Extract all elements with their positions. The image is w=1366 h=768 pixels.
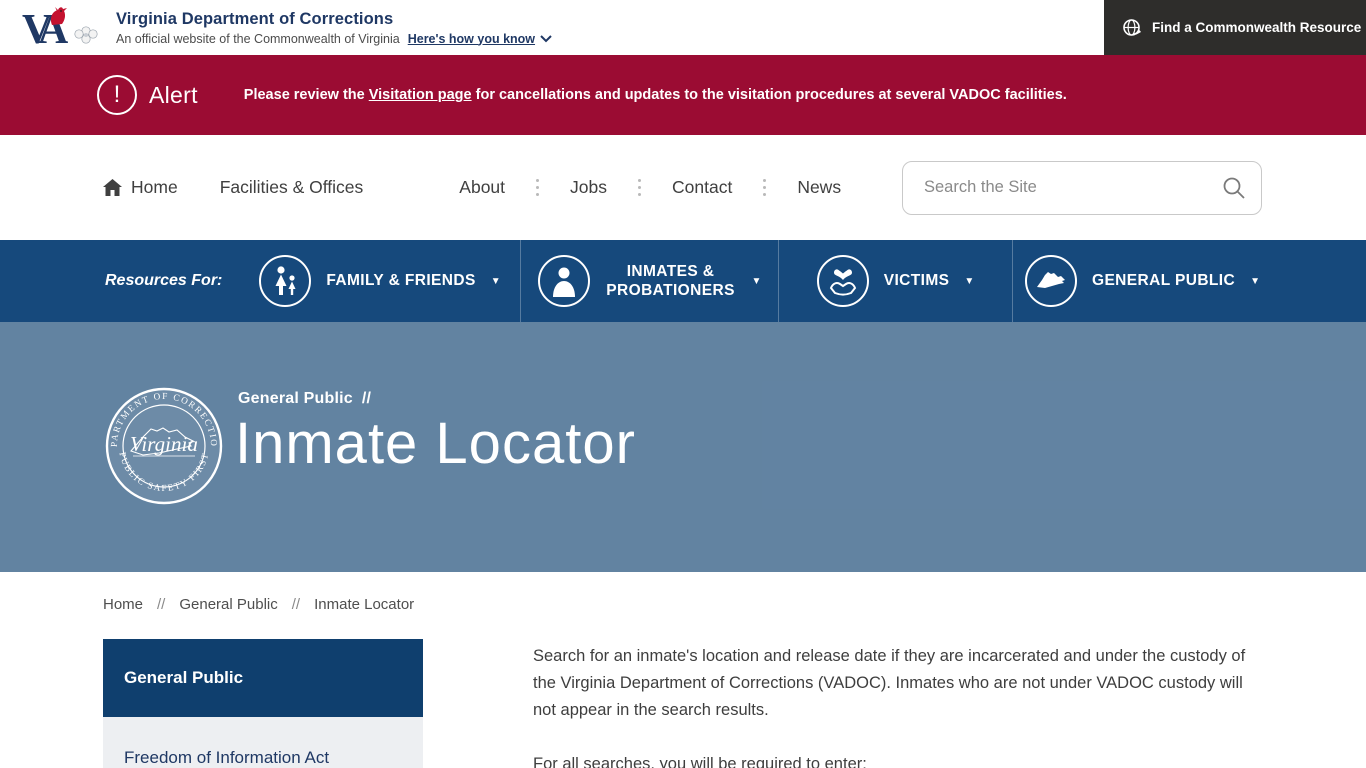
breadcrumb-general-public[interactable]: General Public bbox=[179, 596, 277, 613]
vadoc-logo[interactable]: VA bbox=[22, 5, 108, 51]
nav-contact-label: Contact bbox=[672, 177, 732, 198]
exclamation-circle-icon: ! bbox=[97, 75, 137, 115]
nav-contact[interactable]: Contact bbox=[672, 177, 732, 198]
caret-down-icon: ▼ bbox=[964, 276, 974, 287]
exclamation-glyph: ! bbox=[114, 81, 121, 109]
section-sidebar: General Public Freedom of Information Ac… bbox=[103, 639, 423, 768]
alert-banner: ! Alert Please review the Visitation pag… bbox=[0, 55, 1366, 135]
breadcrumb-home[interactable]: Home bbox=[103, 596, 143, 613]
nav-about[interactable]: About bbox=[459, 177, 505, 198]
resources-inmates-probationers[interactable]: INMATES & PROBATIONERS ▼ bbox=[520, 240, 778, 322]
alert-message-after: for cancellations and updates to the vis… bbox=[472, 87, 1067, 103]
nav-jobs-label: Jobs bbox=[570, 177, 607, 198]
heart-in-hands-icon bbox=[817, 255, 869, 307]
nav-home-label: Home bbox=[131, 177, 178, 198]
find-commonwealth-resource-button[interactable]: Find a Commonwealth Resource bbox=[1104, 0, 1366, 55]
find-commonwealth-resource-label: Find a Commonwealth Resource bbox=[1152, 20, 1361, 35]
hero-breadcrumb[interactable]: General Public // bbox=[238, 390, 371, 408]
resources-victims[interactable]: VICTIMS ▼ bbox=[778, 240, 1012, 322]
chevron-down-icon bbox=[540, 35, 552, 43]
sidebar-list: Freedom of Information Act bbox=[103, 717, 423, 768]
heres-how-you-know-label: Here's how you know bbox=[408, 32, 535, 46]
nav-jobs[interactable]: Jobs bbox=[570, 177, 607, 198]
nav-divider bbox=[536, 179, 539, 196]
sidebar-item-general-public[interactable]: General Public bbox=[103, 639, 423, 717]
nav-facilities-label: Facilities & Offices bbox=[220, 177, 364, 198]
virginia-map-icon bbox=[1025, 255, 1077, 307]
hero-breadcrumb-label: General Public bbox=[238, 390, 353, 407]
requirements-lead: For all searches, you will be required t… bbox=[533, 751, 1262, 768]
family-icon bbox=[259, 255, 311, 307]
intro-paragraph: Search for an inmate's location and rele… bbox=[533, 643, 1262, 724]
sidebar-active-label: General Public bbox=[124, 668, 243, 688]
site-search bbox=[902, 161, 1262, 215]
primary-nav: Home Facilities & Offices About Jobs Con… bbox=[0, 135, 1366, 240]
site-search-input[interactable] bbox=[902, 161, 1262, 215]
breadcrumb-separator: // bbox=[292, 596, 300, 613]
nav-facilities-offices[interactable]: Facilities & Offices bbox=[220, 177, 364, 198]
home-icon bbox=[103, 179, 122, 196]
page-content: General Public Freedom of Information Ac… bbox=[0, 613, 1366, 768]
va-cardinal-logo-icon: VA bbox=[22, 5, 108, 51]
breadcrumb-current: Inmate Locator bbox=[314, 596, 414, 613]
alert-message: Please review the Visitation page for ca… bbox=[244, 87, 1067, 103]
globe-icon bbox=[1122, 18, 1142, 38]
caret-down-icon: ▼ bbox=[1250, 276, 1260, 287]
hero-banner: DEPARTMENT OF CORRECTIONS PUBLIC SAFETY … bbox=[0, 322, 1366, 572]
heres-how-you-know-link[interactable]: Here's how you know bbox=[408, 32, 552, 46]
nav-news[interactable]: News bbox=[797, 177, 841, 198]
site-header: VA Virginia Department of Corrections An… bbox=[0, 0, 1366, 55]
alert-message-before: Please review the bbox=[244, 87, 369, 103]
resources-inmates-label: INMATES & PROBATIONERS bbox=[605, 262, 737, 301]
resources-family-label: FAMILY & FRIENDS bbox=[326, 272, 475, 290]
breadcrumb-separator: // bbox=[157, 596, 165, 613]
site-title: Virginia Department of Corrections bbox=[116, 10, 552, 29]
caret-down-icon: ▼ bbox=[752, 276, 762, 287]
nav-divider bbox=[638, 179, 641, 196]
nav-home[interactable]: Home bbox=[103, 177, 178, 198]
main-article: Search for an inmate's location and rele… bbox=[533, 639, 1262, 768]
breadcrumb: Home // General Public // Inmate Locator bbox=[0, 572, 1366, 613]
nav-divider bbox=[763, 179, 766, 196]
person-bust-icon bbox=[538, 255, 590, 307]
resources-victims-label: VICTIMS bbox=[884, 272, 950, 290]
resources-family-friends[interactable]: FAMILY & FRIENDS ▼ bbox=[240, 240, 520, 322]
resources-bar: Resources For: FAMILY & FRIENDS ▼ INMATE… bbox=[0, 240, 1366, 322]
nav-about-label: About bbox=[459, 177, 505, 198]
nav-news-label: News bbox=[797, 177, 841, 198]
page-title: Inmate Locator bbox=[235, 410, 636, 477]
search-icon[interactable] bbox=[1222, 176, 1246, 200]
visitation-page-link[interactable]: Visitation page bbox=[369, 87, 472, 103]
sidebar-item-foia[interactable]: Freedom of Information Act bbox=[124, 748, 402, 768]
resources-general-public[interactable]: GENERAL PUBLIC ▼ bbox=[1012, 240, 1272, 322]
caret-down-icon: ▼ bbox=[491, 276, 501, 287]
resources-for-label: Resources For: bbox=[105, 240, 240, 322]
official-website-text: An official website of the Commonwealth … bbox=[116, 32, 400, 46]
hero-breadcrumb-separator: // bbox=[362, 390, 371, 407]
alert-label: Alert bbox=[149, 82, 198, 109]
resources-public-label: GENERAL PUBLIC bbox=[1092, 272, 1235, 290]
svg-text:Virginia: Virginia bbox=[130, 432, 198, 456]
vadoc-seal-icon: DEPARTMENT OF CORRECTIONS PUBLIC SAFETY … bbox=[103, 385, 225, 507]
